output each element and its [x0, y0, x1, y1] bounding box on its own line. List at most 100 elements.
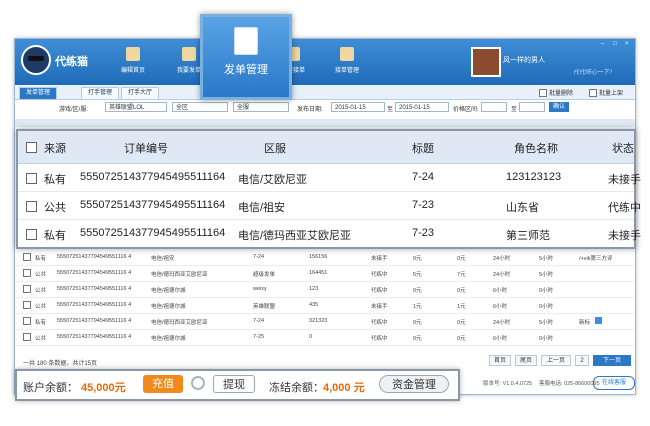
next-page-button[interactable]: 下一页: [593, 355, 631, 366]
batch-delete[interactable]: 批量删除: [539, 88, 573, 98]
tab-worker-hall[interactable]: 打手大厅: [121, 87, 160, 100]
tab-worker-manage[interactable]: 打手管理: [81, 87, 120, 100]
server-select[interactable]: 全服: [233, 102, 289, 112]
cell-amount: 0元: [413, 256, 422, 262]
row-checkbox[interactable]: [26, 229, 37, 240]
cell-amount: 0元: [413, 288, 422, 294]
batch-shelf[interactable]: 批量上架: [589, 88, 623, 98]
cell-server: 电信/德玛西亚艾欧尼亚: [238, 230, 352, 242]
cell-time: 6小时: [493, 288, 508, 294]
fund-manage-button[interactable]: 资金管理: [379, 375, 449, 393]
filter-bar: 游戏/区/服: 英雄联盟LOL 全区 全服 发布日期: 2015-01-15 至…: [15, 101, 635, 115]
checkbox-icon: [589, 89, 597, 98]
cell-order: 55507251437794549551116 4: [57, 254, 132, 260]
rocket-icon: [182, 47, 196, 61]
account-bar: 账户余额： 45,000元 充值 提现 冻结余额： 4,000 元 资金管理: [15, 369, 460, 401]
price-label: 价格区间:: [453, 107, 479, 113]
row-checkbox[interactable]: [26, 201, 37, 212]
cell-order: 55507251437794549551116 4: [57, 286, 132, 292]
region-select[interactable]: 全区: [172, 102, 228, 112]
cell-order: 55507251437794549551116 4: [57, 318, 132, 324]
row-checkbox[interactable]: [23, 333, 31, 341]
nav-edit-home[interactable]: 编辑首页: [107, 43, 159, 83]
frozen-value: 4,000 元: [323, 382, 365, 394]
cell-role: 156156: [309, 254, 328, 260]
table-row[interactable]: 私有 55507251437794549551116 4 电信/祖安 7-24 …: [15, 249, 635, 266]
record-count: 一共 180 条数据，共计15页: [23, 361, 98, 367]
sub-tabs: 发单管理 打手管理 打手大厅 批量删除 批量上架: [15, 85, 635, 100]
cell-status: 未接手: [371, 256, 388, 262]
cell-order: 55507251437794549551116 4: [57, 270, 132, 276]
cell-source: 公共: [44, 202, 66, 214]
cell-role: 第三师范: [506, 230, 550, 242]
cell-order: 55507251437794549551116​4: [80, 199, 226, 211]
table-row[interactable]: 公共 55507251437794549551116 4 电信/德玛西亚艾欧尼亚…: [15, 265, 635, 282]
header-title: 标题: [412, 143, 434, 155]
price-min-input[interactable]: [481, 102, 507, 112]
table-row[interactable]: 公共 55507251437794549551116​4 电信/祖安 7-23 …: [18, 191, 641, 220]
row-checkbox[interactable]: [23, 317, 31, 325]
select-all-checkbox[interactable]: [26, 142, 37, 153]
flag-icon[interactable]: [595, 317, 602, 324]
tab-order-manage[interactable]: 发单管理: [19, 87, 58, 100]
cell-status: 代练中: [371, 336, 388, 342]
header-server: 区服: [264, 143, 286, 155]
avatar[interactable]: [471, 47, 501, 77]
cell-source: 公共: [35, 336, 47, 342]
date-to-input[interactable]: 2015-01-15: [395, 102, 449, 112]
table-row[interactable]: 公共 55507251437794549551116 4 电信/祖德尔城 wei…: [15, 281, 635, 298]
table-row[interactable]: 私有 5550725143779454955111​64 电信/艾欧尼亚 7-2…: [18, 163, 641, 192]
status-tabs: [15, 119, 635, 127]
nav-take-manage[interactable]: 接单管理: [321, 43, 373, 83]
row-checkbox[interactable]: [23, 253, 31, 261]
first-page-button[interactable]: 首页: [489, 355, 511, 366]
cell-note: 新标: [579, 320, 591, 326]
last-page-button[interactable]: 尾页: [515, 355, 537, 366]
cell-title: 英雄联盟: [253, 304, 276, 310]
table-row[interactable]: 私有 5550725143779454955111​64 电信/德玛西亚艾欧尼亚…: [18, 219, 641, 247]
cell-amount: 0元: [413, 320, 422, 326]
cell-time: 24小时: [493, 320, 511, 326]
page-number-input[interactable]: 2: [575, 355, 589, 366]
confirm-button[interactable]: 确认: [549, 102, 569, 112]
balance-label: 账户余额：: [23, 382, 78, 394]
cell-server: 电信/祖德尔城: [151, 288, 186, 294]
cell-note: /+vik第三方评: [579, 256, 613, 262]
cell-title: 7-24: [412, 171, 435, 183]
cell-price: 0元: [457, 336, 466, 342]
table-row[interactable]: 公共 55507251437794549551116 4 电信/祖德尔城 英雄联…: [15, 297, 635, 314]
top-bar: 代练猫 编辑首页 我要发单 我要接单 接单管理 风一样的男人 代代所心一下！ –…: [15, 39, 635, 85]
date-from-input[interactable]: 2015-01-15: [331, 102, 385, 112]
withdraw-button[interactable]: 提现: [213, 375, 255, 393]
cell-server: 电信/德玛西亚艾欧尼亚: [151, 320, 208, 326]
user-name[interactable]: 风一样的男人: [503, 55, 545, 65]
price-max-input[interactable]: [519, 102, 545, 112]
cell-time: 24小时: [493, 256, 511, 262]
maximize-icon[interactable]: □: [613, 41, 621, 47]
minimize-icon[interactable]: –: [601, 41, 609, 47]
cell-status: 未接手: [608, 230, 641, 242]
nav-order-manage[interactable]: 发单管理: [200, 14, 292, 100]
date-sep: 至: [387, 107, 394, 113]
cell-time: 6小时: [493, 304, 508, 310]
cell-server: 电信/祖安: [151, 256, 175, 262]
table-row[interactable]: 私有 55507251437794549551116 4 电信/德玛西亚艾欧尼亚…: [15, 313, 635, 330]
row-checkbox[interactable]: [23, 269, 31, 277]
nav-label: 接单管理: [334, 68, 359, 74]
table-row[interactable]: 公共 55507251437794549551116 4 电信/祖德尔城 7-2…: [15, 329, 635, 346]
online-service-button[interactable]: 在线客服: [593, 376, 635, 390]
refresh-icon[interactable]: [191, 376, 205, 390]
header-source: 来源: [44, 143, 66, 155]
cell-time2: 5小时: [539, 256, 554, 262]
balance-value: 45,000元: [81, 382, 126, 394]
cell-status: 未接手: [608, 174, 641, 186]
prev-page-button[interactable]: 上一页: [541, 355, 571, 366]
game-select[interactable]: 英雄联盟LOL: [105, 102, 167, 112]
recharge-button[interactable]: 充值: [143, 375, 183, 393]
cat-logo-icon: [21, 45, 51, 75]
row-checkbox[interactable]: [23, 285, 31, 293]
close-icon[interactable]: ×: [625, 41, 633, 47]
cell-server: 电信/祖安: [238, 202, 286, 214]
row-checkbox[interactable]: [26, 173, 37, 184]
row-checkbox[interactable]: [23, 301, 31, 309]
